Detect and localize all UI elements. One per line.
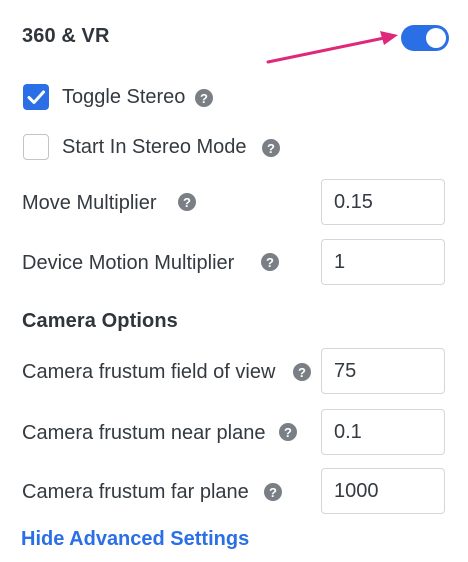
start-in-stereo-checkbox[interactable] [23,134,49,160]
toggle-stereo-checkbox[interactable] [23,84,49,110]
camera-near-input[interactable]: 0.1 [321,409,445,455]
camera-far-label: Camera frustum far plane [22,481,249,503]
toggle-knob [426,28,446,48]
camera-fov-help-icon[interactable]: ? [293,363,311,381]
camera-options-title: Camera Options [22,310,178,332]
camera-fov-input[interactable]: 75 [321,348,445,394]
camera-far-input[interactable]: 1000 [321,468,445,514]
vr-toggle-switch[interactable] [401,25,449,51]
toggle-stereo-help-icon[interactable]: ? [195,89,213,107]
toggle-stereo-label: Toggle Stereo [62,86,186,108]
device-motion-multiplier-help-icon[interactable]: ? [261,253,279,271]
checkmark-icon [27,90,45,104]
camera-fov-label: Camera frustum field of view [22,361,276,383]
start-in-stereo-label: Start In Stereo Mode [62,136,247,158]
device-motion-multiplier-input[interactable]: 1 [321,239,445,285]
camera-far-help-icon[interactable]: ? [264,483,282,501]
camera-near-help-icon[interactable]: ? [279,423,297,441]
device-motion-multiplier-label: Device Motion Multiplier [22,252,235,274]
camera-near-label: Camera frustum near plane [22,422,266,444]
hide-advanced-settings-link[interactable]: Hide Advanced Settings [21,528,249,551]
start-in-stereo-help-icon[interactable]: ? [262,139,280,157]
move-multiplier-input[interactable]: 0.15 [321,179,445,225]
move-multiplier-label: Move Multiplier [22,192,157,214]
annotation-arrow-icon [266,31,398,64]
section-title: 360 & VR [22,25,110,47]
move-multiplier-help-icon[interactable]: ? [178,193,196,211]
